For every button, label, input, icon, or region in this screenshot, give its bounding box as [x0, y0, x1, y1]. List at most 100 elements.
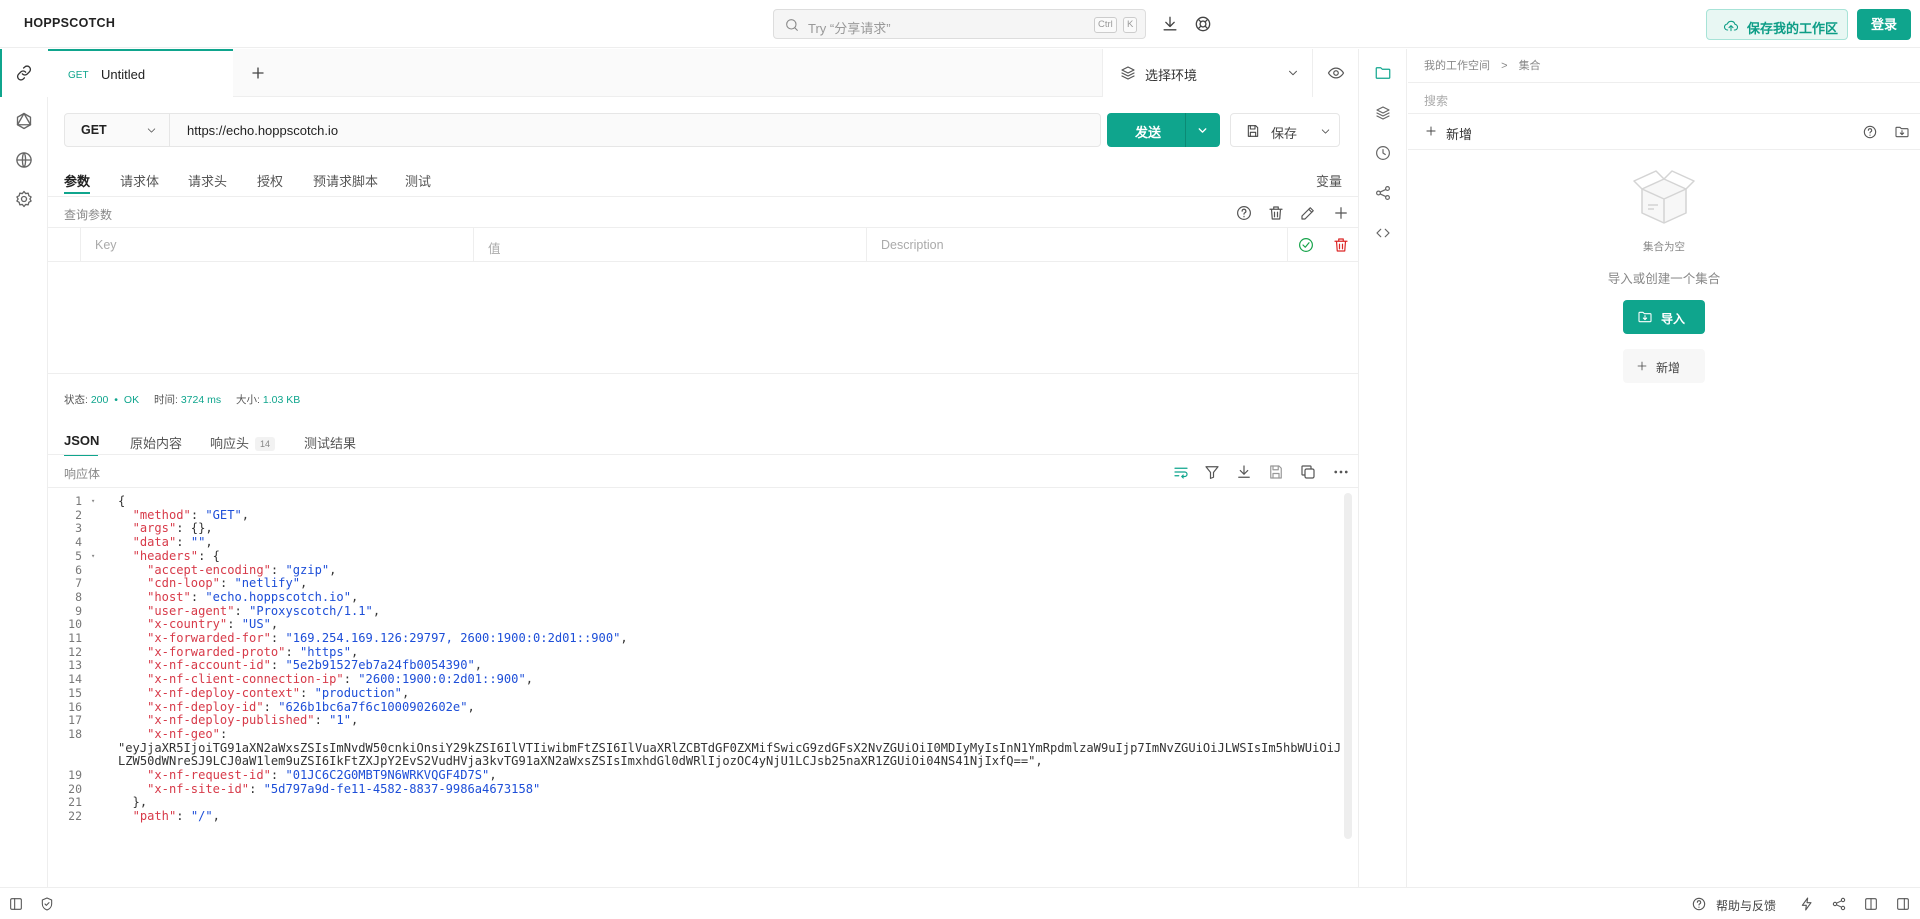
download-icon[interactable]: [1235, 463, 1253, 481]
method-select[interactable]: GET: [65, 114, 170, 146]
sidebar-toggle-icon[interactable]: [8, 896, 24, 912]
save-icon[interactable]: [1267, 463, 1285, 481]
environment-preview-button[interactable]: [1312, 49, 1359, 97]
time-value: 3724 ms: [180, 394, 222, 406]
request-tabs-bar: GET Untitled 选择环境: [48, 49, 1358, 97]
more-icon[interactable]: [1332, 463, 1350, 481]
shield-check-icon[interactable]: [39, 896, 55, 912]
help-icon[interactable]: [1862, 124, 1878, 140]
kbd-ctrl: Ctrl: [1094, 17, 1117, 33]
graphql-icon[interactable]: [14, 111, 34, 131]
tab-raw[interactable]: 原始内容: [130, 433, 182, 452]
trash-icon[interactable]: [1267, 204, 1285, 222]
save-label: 保存: [1271, 126, 1298, 141]
globe-icon[interactable]: [14, 150, 34, 170]
search-input[interactable]: Try “分享请求” Ctrl K: [773, 9, 1146, 39]
split-view-icon[interactable]: [1863, 896, 1879, 912]
code-icon[interactable]: [1374, 224, 1392, 242]
layers-icon[interactable]: [1374, 104, 1392, 122]
fold-toggle-icon[interactable]: ▾: [91, 552, 95, 560]
tab-json[interactable]: JSON: [64, 433, 99, 448]
response-json-editor[interactable]: 1 ▾ {2 "method": "GET", 3 "args": {}, 4 "dat…: [48, 488, 1358, 886]
tab-tests[interactable]: 测试: [405, 171, 431, 190]
trash-icon[interactable]: [1332, 236, 1350, 254]
help-feedback-link[interactable]: 帮助与反馈: [1716, 897, 1776, 914]
login-button[interactable]: 登录: [1857, 9, 1911, 40]
code-line: "x-country": "US",: [147, 617, 279, 632]
history-icon[interactable]: [1374, 144, 1392, 162]
import-folder-icon[interactable]: [1894, 124, 1910, 140]
tab-authorization[interactable]: 授权: [257, 171, 283, 190]
param-description-input[interactable]: Description: [866, 228, 1287, 262]
send-button[interactable]: 发送: [1107, 113, 1220, 147]
download-icon[interactable]: [1160, 14, 1180, 34]
headers-count-badge: 14: [255, 437, 276, 451]
plus-icon[interactable]: [1424, 124, 1438, 138]
import-button[interactable]: 导入: [1623, 300, 1705, 334]
editor-scrollbar[interactable]: [1344, 493, 1352, 839]
wrap-lines-icon[interactable]: [1172, 463, 1190, 481]
tab-test-results[interactable]: 测试结果: [304, 433, 356, 452]
save-workspace-button[interactable]: 保存我的工作区: [1706, 9, 1848, 40]
tab-body[interactable]: 请求体: [120, 171, 159, 190]
query-params-label: 查询参数: [64, 208, 113, 222]
code-line: "headers": {: [132, 548, 220, 563]
share-icon[interactable]: [1831, 896, 1847, 912]
chevron-down-icon[interactable]: [1319, 125, 1332, 138]
code-line: "x-nf-client-connection-ip": "2600:1900:…: [147, 672, 534, 687]
code-line: "data": "",: [132, 535, 213, 550]
code-line: "x-nf-deploy-published": "1",: [147, 713, 359, 728]
help-icon[interactable]: [1691, 896, 1707, 912]
time-label: 时间:: [154, 394, 178, 406]
collections-panel: 我的工作空间 > 集合 搜索 新增 集合为空 导入或创建一个集合 导入 新增: [1408, 49, 1920, 887]
code-line: "eyJjaXR5IjoiTG91aXN2aWxsZSIsImNvdW50cnk…: [118, 740, 1342, 755]
request-tab[interactable]: GET Untitled: [48, 49, 233, 97]
fold-toggle-icon[interactable]: ▾: [91, 497, 95, 505]
app-logo[interactable]: HOPPSCOTCH: [24, 16, 115, 30]
response-headers-label: 响应头: [210, 436, 250, 451]
new-collection-label: 新增: [1656, 361, 1681, 375]
url-input[interactable]: https://echo.hoppscotch.io: [187, 123, 338, 138]
param-value-input[interactable]: 值: [473, 228, 866, 262]
tab-response-headers[interactable]: 响应头 14: [210, 433, 276, 452]
environment-selector[interactable]: 选择环境: [1102, 49, 1358, 97]
lightning-icon[interactable]: [1799, 896, 1815, 912]
share-icon[interactable]: [1374, 184, 1392, 202]
line-number: 21: [68, 795, 82, 810]
plus-icon[interactable]: [1332, 204, 1350, 222]
add-tab-icon[interactable]: [248, 63, 268, 83]
support-icon[interactable]: [1193, 14, 1213, 34]
save-button[interactable]: 保存: [1230, 113, 1340, 147]
code-line: "x-nf-account-id": "5e2b91527eb7a24fb005…: [147, 658, 483, 673]
code-line: "x-forwarded-proto": "https",: [147, 644, 359, 659]
tab-headers[interactable]: 请求头: [188, 171, 227, 190]
filter-icon[interactable]: [1203, 463, 1221, 481]
size-label: 大小:: [236, 394, 260, 406]
collections-search-input[interactable]: 搜索: [1408, 82, 1920, 114]
variables-link[interactable]: 变量: [1316, 171, 1342, 190]
line-number: 18: [68, 726, 82, 741]
send-label: 发送: [1135, 125, 1162, 140]
copy-icon[interactable]: [1299, 463, 1317, 481]
tab-params[interactable]: 参数: [64, 171, 90, 190]
send-options-chevron-icon[interactable]: [1196, 124, 1209, 137]
check-circle-icon[interactable]: [1297, 236, 1315, 254]
edit-icon[interactable]: [1299, 204, 1317, 222]
folder-icon[interactable]: [1374, 64, 1392, 82]
code-line: "host": "echo.hoppscotch.io",: [147, 589, 359, 604]
response-body-label: 响应体: [64, 467, 101, 481]
new-collection-button[interactable]: 新增: [1446, 124, 1472, 143]
request-tab-title: Untitled: [101, 67, 146, 82]
settings-icon[interactable]: [14, 189, 34, 209]
breadcrumb-workspace[interactable]: 我的工作空间: [1424, 60, 1490, 72]
chevron-down-icon: [1289, 70, 1297, 76]
new-collection-button-secondary[interactable]: 新增: [1623, 349, 1705, 383]
param-key-input[interactable]: Key: [80, 228, 473, 262]
tab-pre-request-script[interactable]: 预请求脚本: [313, 171, 378, 190]
line-number: 16: [68, 699, 82, 714]
pane-divider[interactable]: [48, 373, 1358, 374]
nav-rest[interactable]: [0, 49, 48, 97]
sidebar-right-icon[interactable]: [1895, 896, 1911, 912]
kbd-k: K: [1123, 17, 1138, 33]
help-icon[interactable]: [1235, 204, 1253, 222]
